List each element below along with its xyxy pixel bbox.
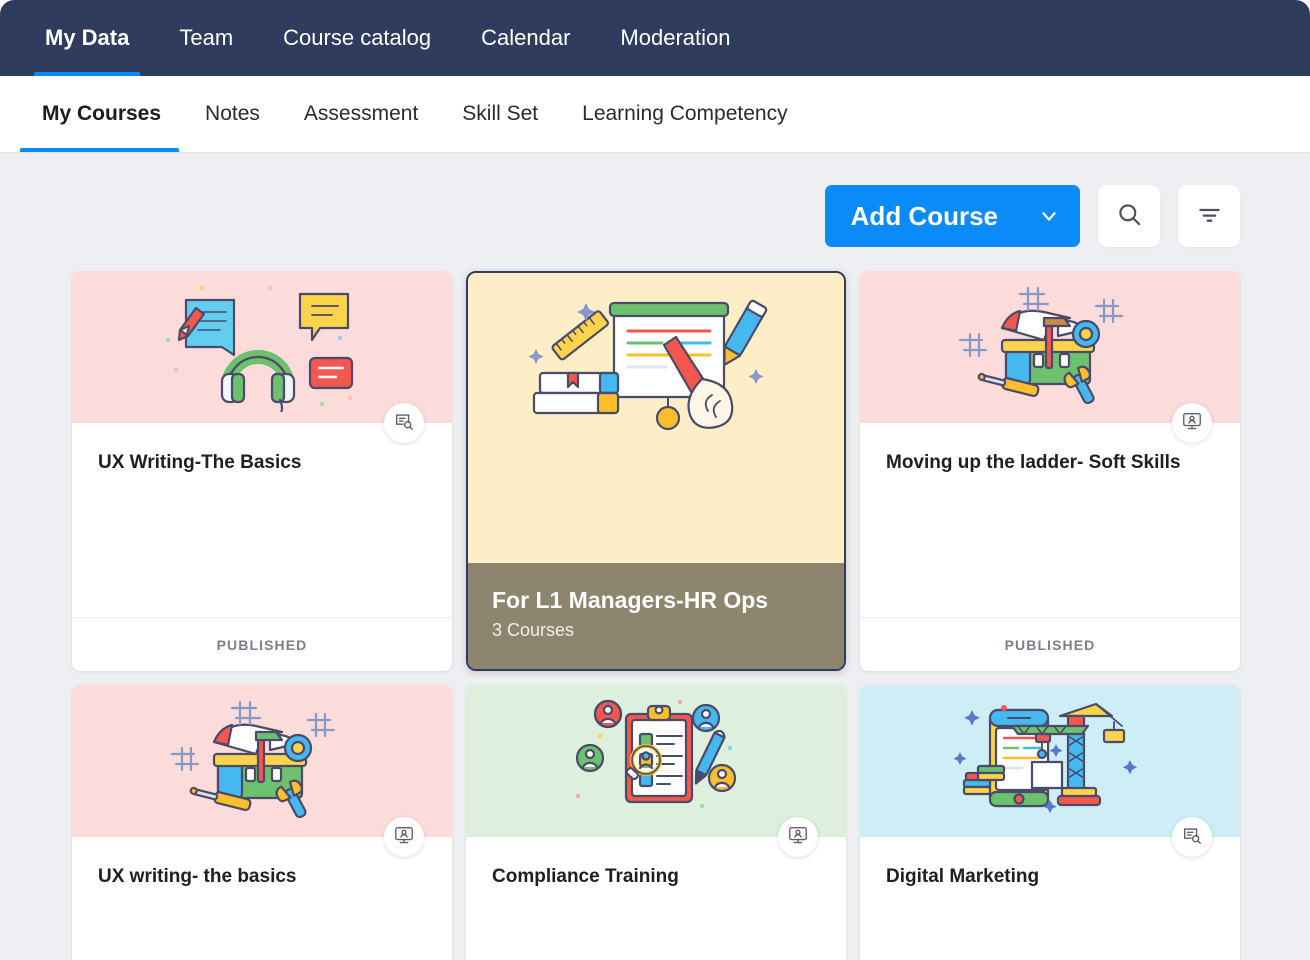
primary-navigation: My Data Team Course catalog Calendar Mod…	[0, 0, 1310, 76]
tab-label: Learning Competency	[582, 102, 788, 125]
course-title: For L1 Managers-HR Ops	[492, 586, 769, 613]
course-card-body: Moving up the ladder- Soft Skills	[860, 423, 1240, 617]
course-title: Compliance Training	[492, 866, 679, 887]
tab-label: Assessment	[303, 102, 419, 125]
app-window: My Data Team Course catalog Calendar Mod…	[0, 0, 1310, 960]
tab-assessment[interactable]: Assessment	[282, 76, 440, 152]
course-art-crane-phone-illustration	[860, 685, 1240, 857]
course-format-badge[interactable]	[384, 403, 424, 443]
toolbar: Add Course	[0, 152, 1310, 247]
add-course-label: Add Course	[850, 200, 998, 231]
course-card[interactable]: Moving up the ladder- Soft Skills PUBLIS…	[860, 271, 1240, 671]
secondary-tabs: My Courses Notes Assessment Skill Set Le…	[0, 76, 1310, 152]
course-format-badge[interactable]	[778, 817, 818, 857]
course-card-body: Digital Marketing	[860, 837, 1240, 960]
course-card-grid: UX Writing-The Basics PUBLISHED For L1 M…	[0, 247, 1310, 960]
course-art-toolbox-illustration	[72, 685, 452, 857]
tab-label: Skill Set	[462, 102, 539, 125]
course-format-badge[interactable]	[384, 817, 424, 857]
document-search-icon	[393, 410, 415, 437]
topnav-label: Moderation	[620, 25, 731, 50]
course-status-badge: PUBLISHED	[72, 617, 452, 671]
topnav-item-course-catalog[interactable]: Course catalog	[258, 0, 456, 76]
course-card-body: Compliance Training	[466, 837, 846, 960]
course-art-headphones-chat-illustration	[72, 271, 452, 443]
course-card[interactable]: Digital Marketing	[860, 685, 1240, 960]
topnav-label: Course catalog	[283, 25, 432, 50]
tab-label: Notes	[205, 102, 260, 125]
course-format-badge[interactable]	[1172, 817, 1212, 857]
tab-my-courses[interactable]: My Courses	[20, 76, 183, 152]
course-art-toolbox-illustration	[860, 271, 1240, 443]
course-card-selected[interactable]: For L1 Managers-HR Ops 3 Courses	[466, 271, 846, 671]
topnav-item-moderation[interactable]: Moderation	[595, 0, 755, 76]
course-title: Digital Marketing	[886, 866, 1040, 887]
topnav-label: My Data	[45, 25, 130, 50]
course-art-whiteboard-books-illustration	[468, 273, 844, 563]
course-title: UX Writing-The Basics	[98, 452, 302, 473]
document-search-icon	[1181, 824, 1203, 851]
course-count: 3 Courses	[492, 620, 575, 641]
course-title: Moving up the ladder- Soft Skills	[886, 452, 1181, 473]
tab-notes[interactable]: Notes	[183, 76, 282, 152]
filter-icon	[1196, 201, 1223, 231]
search-button[interactable]	[1098, 185, 1160, 247]
topnav-label: Calendar	[481, 25, 571, 50]
course-art-clipboard-people-illustration	[466, 685, 846, 857]
chevron-down-icon	[1038, 205, 1060, 227]
course-card-body: UX Writing-The Basics	[72, 423, 452, 617]
topnav-item-team[interactable]: Team	[154, 0, 258, 76]
add-course-button[interactable]: Add Course	[824, 185, 1080, 247]
topnav-item-my-data[interactable]: My Data	[20, 0, 154, 76]
search-icon	[1116, 201, 1143, 231]
filter-button[interactable]	[1178, 185, 1240, 247]
course-card-body: UX writing- the basics	[72, 837, 452, 960]
tab-label: My Courses	[42, 102, 162, 125]
course-card-selected-footer: For L1 Managers-HR Ops 3 Courses	[468, 563, 844, 669]
tab-skill-set[interactable]: Skill Set	[440, 76, 560, 152]
monitor-person-icon	[787, 824, 809, 851]
course-card[interactable]: UX writing- the basics	[72, 685, 452, 960]
course-card[interactable]: UX Writing-The Basics PUBLISHED	[72, 271, 452, 671]
course-format-badge[interactable]	[1172, 403, 1212, 443]
monitor-person-icon	[1181, 410, 1203, 437]
topnav-item-calendar[interactable]: Calendar	[456, 0, 595, 76]
tab-learning-competency[interactable]: Learning Competency	[560, 76, 809, 152]
monitor-person-icon	[393, 824, 415, 851]
course-title: UX writing- the basics	[98, 866, 297, 887]
course-status-badge: PUBLISHED	[860, 617, 1240, 671]
topnav-label: Team	[179, 25, 234, 50]
course-card[interactable]: Compliance Training	[466, 685, 846, 960]
